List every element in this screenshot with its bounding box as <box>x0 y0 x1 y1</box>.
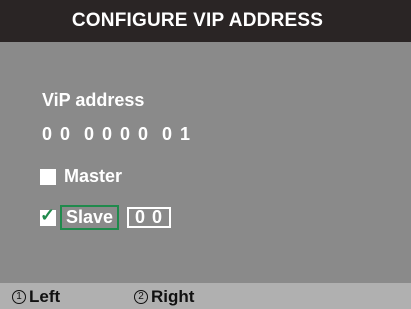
vip-digit: 0 <box>84 124 95 144</box>
page-title: CONFIGURE VIP ADDRESS <box>71 10 324 31</box>
vip-digit: 0 <box>162 124 173 144</box>
key-1-icon: 1 <box>12 290 26 304</box>
configure-vip-screen: CONFIGURE VIP ADDRESS ViP address 0 0 0 … <box>0 0 411 309</box>
vip-digit: 0 <box>102 124 113 144</box>
vip-digit: 0 <box>120 124 131 144</box>
key-2-icon: 2 <box>134 290 148 304</box>
slave-label: Slave <box>66 207 114 227</box>
vip-digit: 0 <box>138 124 149 144</box>
right-softkey[interactable]: 2 Right <box>134 287 194 307</box>
vip-address-value: 0 0 0 0 0 0 0 1 <box>42 124 198 145</box>
slave-focus-box[interactable]: Slave <box>60 205 120 230</box>
left-softkey-label: Left <box>29 287 61 306</box>
slave-id-field[interactable]: 0 0 <box>127 207 172 228</box>
right-softkey-label: Right <box>151 287 195 306</box>
vip-digit: 0 <box>60 124 71 144</box>
footer-bar: 1 Left 2 Right <box>0 283 411 309</box>
title-bar: CONFIGURE VIP ADDRESS <box>0 0 411 42</box>
master-checkbox[interactable] <box>40 168 56 185</box>
slave-option[interactable]: ✓ Slave 0 0 <box>40 205 172 230</box>
left-softkey[interactable]: 1 Left <box>12 287 60 307</box>
vip-address-label: ViP address <box>42 90 145 110</box>
vip-digit: 1 <box>180 124 191 144</box>
master-option[interactable]: Master <box>40 166 122 187</box>
slave-checkbox[interactable]: ✓ <box>40 206 56 226</box>
master-label: Master <box>64 166 123 186</box>
vip-digit: 0 <box>42 124 53 144</box>
checkmark-icon: ✓ <box>40 204 56 225</box>
